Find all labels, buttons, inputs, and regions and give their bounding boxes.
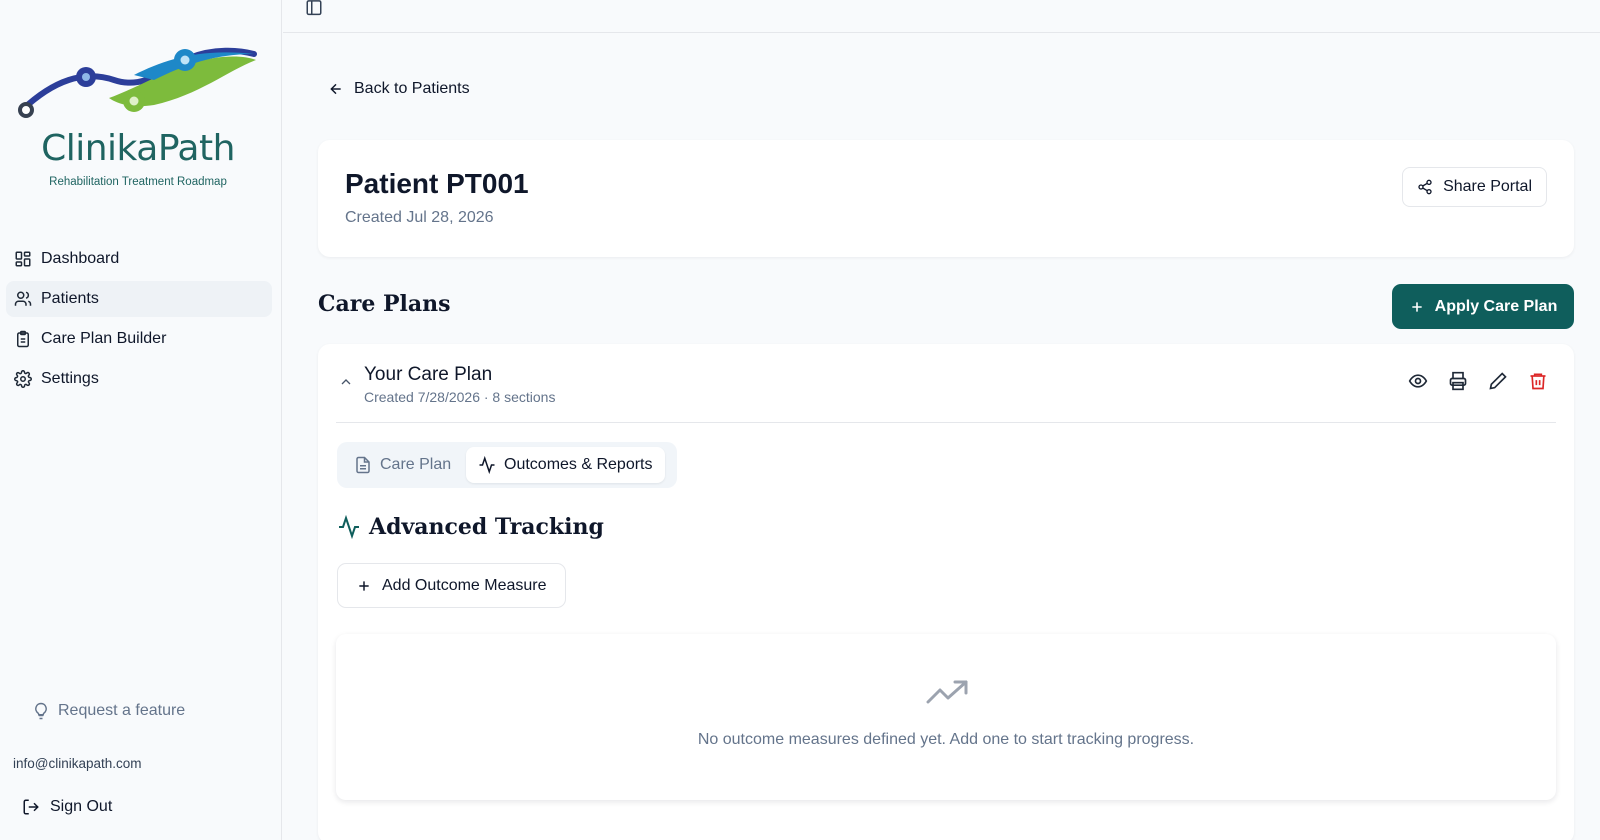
plus-icon <box>1409 299 1425 315</box>
apply-care-plan-label: Apply Care Plan <box>1434 297 1558 315</box>
dashboard-icon <box>14 250 32 268</box>
tab-label: Outcomes & Reports <box>504 456 653 473</box>
sidebar: ClinikaPath Rehabilitation Treatment Roa… <box>0 0 282 840</box>
sign-out-button[interactable]: Sign Out <box>22 798 112 816</box>
share-portal-label: Share Portal <box>1443 178 1532 195</box>
plus-icon <box>356 578 372 594</box>
arrow-left-icon <box>328 81 344 97</box>
share-portal-button[interactable]: Share Portal <box>1402 167 1547 207</box>
sidebar-item-patients[interactable]: Patients <box>6 281 272 317</box>
activity-icon <box>478 456 496 474</box>
tab-care-plan[interactable]: Care Plan <box>342 447 463 483</box>
add-outcome-measure-button[interactable]: Add Outcome Measure <box>337 563 566 608</box>
request-feature-label: Request a feature <box>58 702 186 719</box>
request-feature-link[interactable]: Request a feature <box>32 702 185 720</box>
sidebar-toggle-icon[interactable] <box>305 0 323 16</box>
clipboard-icon <box>14 330 32 348</box>
patient-header-card: Patient PT001 Created Jul 28, 2026 Share… <box>318 140 1574 257</box>
care-plan-card: Your Care Plan Created 7/28/2026 · 8 sec… <box>318 344 1574 840</box>
advanced-tracking-label: Advanced Tracking <box>369 514 604 540</box>
back-to-patients-link[interactable]: Back to Patients <box>328 80 470 98</box>
user-email: info@clinikapath.com <box>13 756 142 771</box>
patient-title: Patient PT001 <box>345 168 529 199</box>
add-outcome-measure-label: Add Outcome Measure <box>382 576 547 594</box>
pencil-icon[interactable] <box>1488 371 1508 391</box>
care-plan-actions <box>1388 371 1548 391</box>
sidebar-item-care-plan-builder[interactable]: Care Plan Builder <box>6 321 272 357</box>
care-plan-title: Your Care Plan <box>364 364 493 385</box>
gear-icon <box>14 370 32 388</box>
empty-state-text: No outcome measures defined yet. Add one… <box>697 731 1195 748</box>
logo-graphic <box>18 47 257 118</box>
sidebar-item-dashboard[interactable]: Dashboard <box>6 241 272 277</box>
care-plan-header: Your Care Plan Created 7/28/2026 · 8 sec… <box>336 344 1556 423</box>
back-label: Back to Patients <box>354 80 470 97</box>
users-icon <box>14 290 32 308</box>
logo-tagline: Rehabilitation Treatment Roadmap <box>49 176 227 188</box>
activity-icon <box>337 515 361 539</box>
care-plan-meta: Created 7/28/2026 · 8 sections <box>364 389 556 405</box>
patient-created-date: Created Jul 28, 2026 <box>345 209 494 226</box>
share-icon <box>1417 179 1433 195</box>
empty-state-card: No outcome measures defined yet. Add one… <box>336 634 1556 800</box>
sidebar-item-label: Dashboard <box>41 250 120 267</box>
sign-out-label: Sign Out <box>50 798 113 815</box>
sidebar-item-settings[interactable]: Settings <box>6 361 272 397</box>
log-out-icon <box>22 798 40 816</box>
trending-up-icon <box>926 678 968 706</box>
lightbulb-icon <box>32 702 50 720</box>
sidebar-item-label: Care Plan Builder <box>41 330 167 347</box>
apply-care-plan-button[interactable]: Apply Care Plan <box>1392 284 1574 329</box>
file-text-icon <box>354 456 372 474</box>
care-plan-tabs: Care Plan Outcomes & Reports <box>337 442 677 488</box>
printer-icon[interactable] <box>1448 371 1468 391</box>
chevron-up-icon[interactable] <box>338 374 354 390</box>
tab-outcomes-reports[interactable]: Outcomes & Reports <box>466 447 665 483</box>
clinikapath-logo[interactable]: ClinikaPath Rehabilitation Treatment Roa… <box>14 40 262 190</box>
sidebar-item-label: Settings <box>41 370 99 387</box>
advanced-tracking-heading: Advanced Tracking <box>337 514 604 540</box>
logo-name: ClinikaPath <box>41 128 235 169</box>
top-bar <box>283 0 1600 33</box>
sidebar-nav: Dashboard Patients Care Plan Builder Set… <box>6 241 272 401</box>
tab-label: Care Plan <box>380 456 452 473</box>
sidebar-item-label: Patients <box>41 290 99 307</box>
eye-icon[interactable] <box>1408 371 1428 391</box>
care-plans-heading: Care Plans <box>318 291 451 317</box>
trash-icon[interactable] <box>1528 371 1548 391</box>
